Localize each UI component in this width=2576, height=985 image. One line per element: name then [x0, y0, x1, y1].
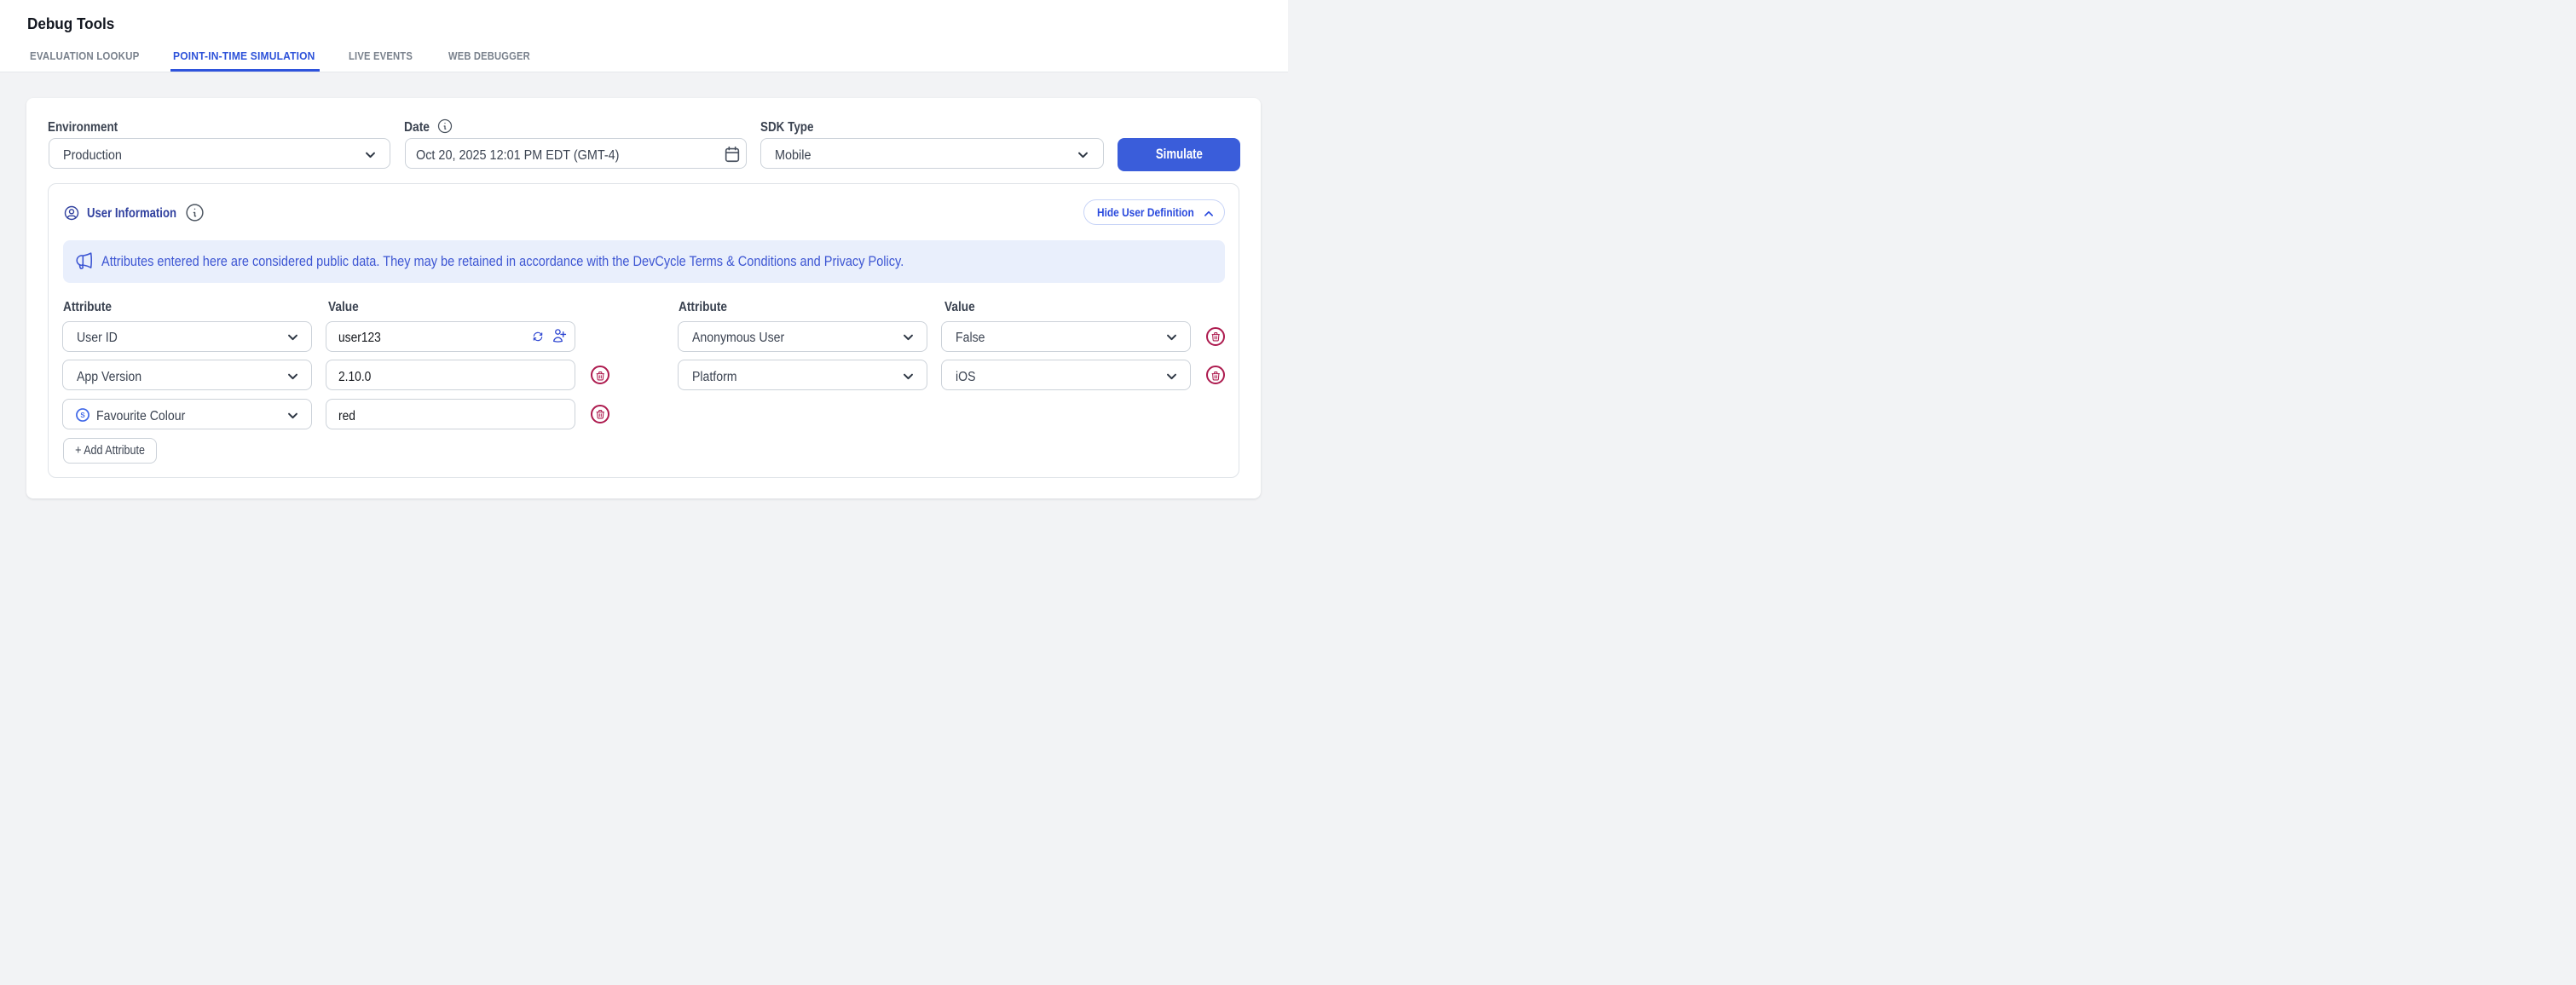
svg-text:S: S: [80, 411, 85, 418]
